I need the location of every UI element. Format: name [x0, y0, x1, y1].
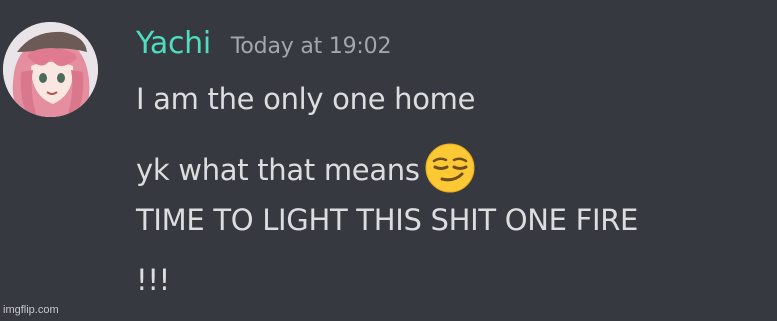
smirking-face-emoji-icon[interactable]: [424, 142, 476, 194]
message-line: TIME TO LIGHT THIS SHIT ONE FIRE: [136, 202, 638, 238]
timestamp: Today at 19:02: [230, 34, 392, 59]
chat-message: Yachi Today at 19:02 I am the only one h…: [0, 0, 777, 321]
message-text: !!!: [136, 263, 170, 297]
message-text: TIME TO LIGHT THIS SHIT ONE FIRE: [136, 203, 639, 237]
message-text: yk what that means: [136, 153, 420, 187]
message-line: I am the only one home: [136, 81, 475, 117]
user-avatar[interactable]: [3, 22, 98, 117]
message-line: !!!: [136, 262, 170, 298]
message-line: yk what that means: [136, 142, 476, 194]
imgflip-watermark: imgflip.com: [3, 304, 59, 316]
username[interactable]: Yachi: [136, 26, 211, 61]
avatar-image: [3, 22, 98, 117]
message-text: I am the only one home: [136, 82, 476, 116]
message-header: Yachi Today at 19:02: [136, 26, 391, 66]
